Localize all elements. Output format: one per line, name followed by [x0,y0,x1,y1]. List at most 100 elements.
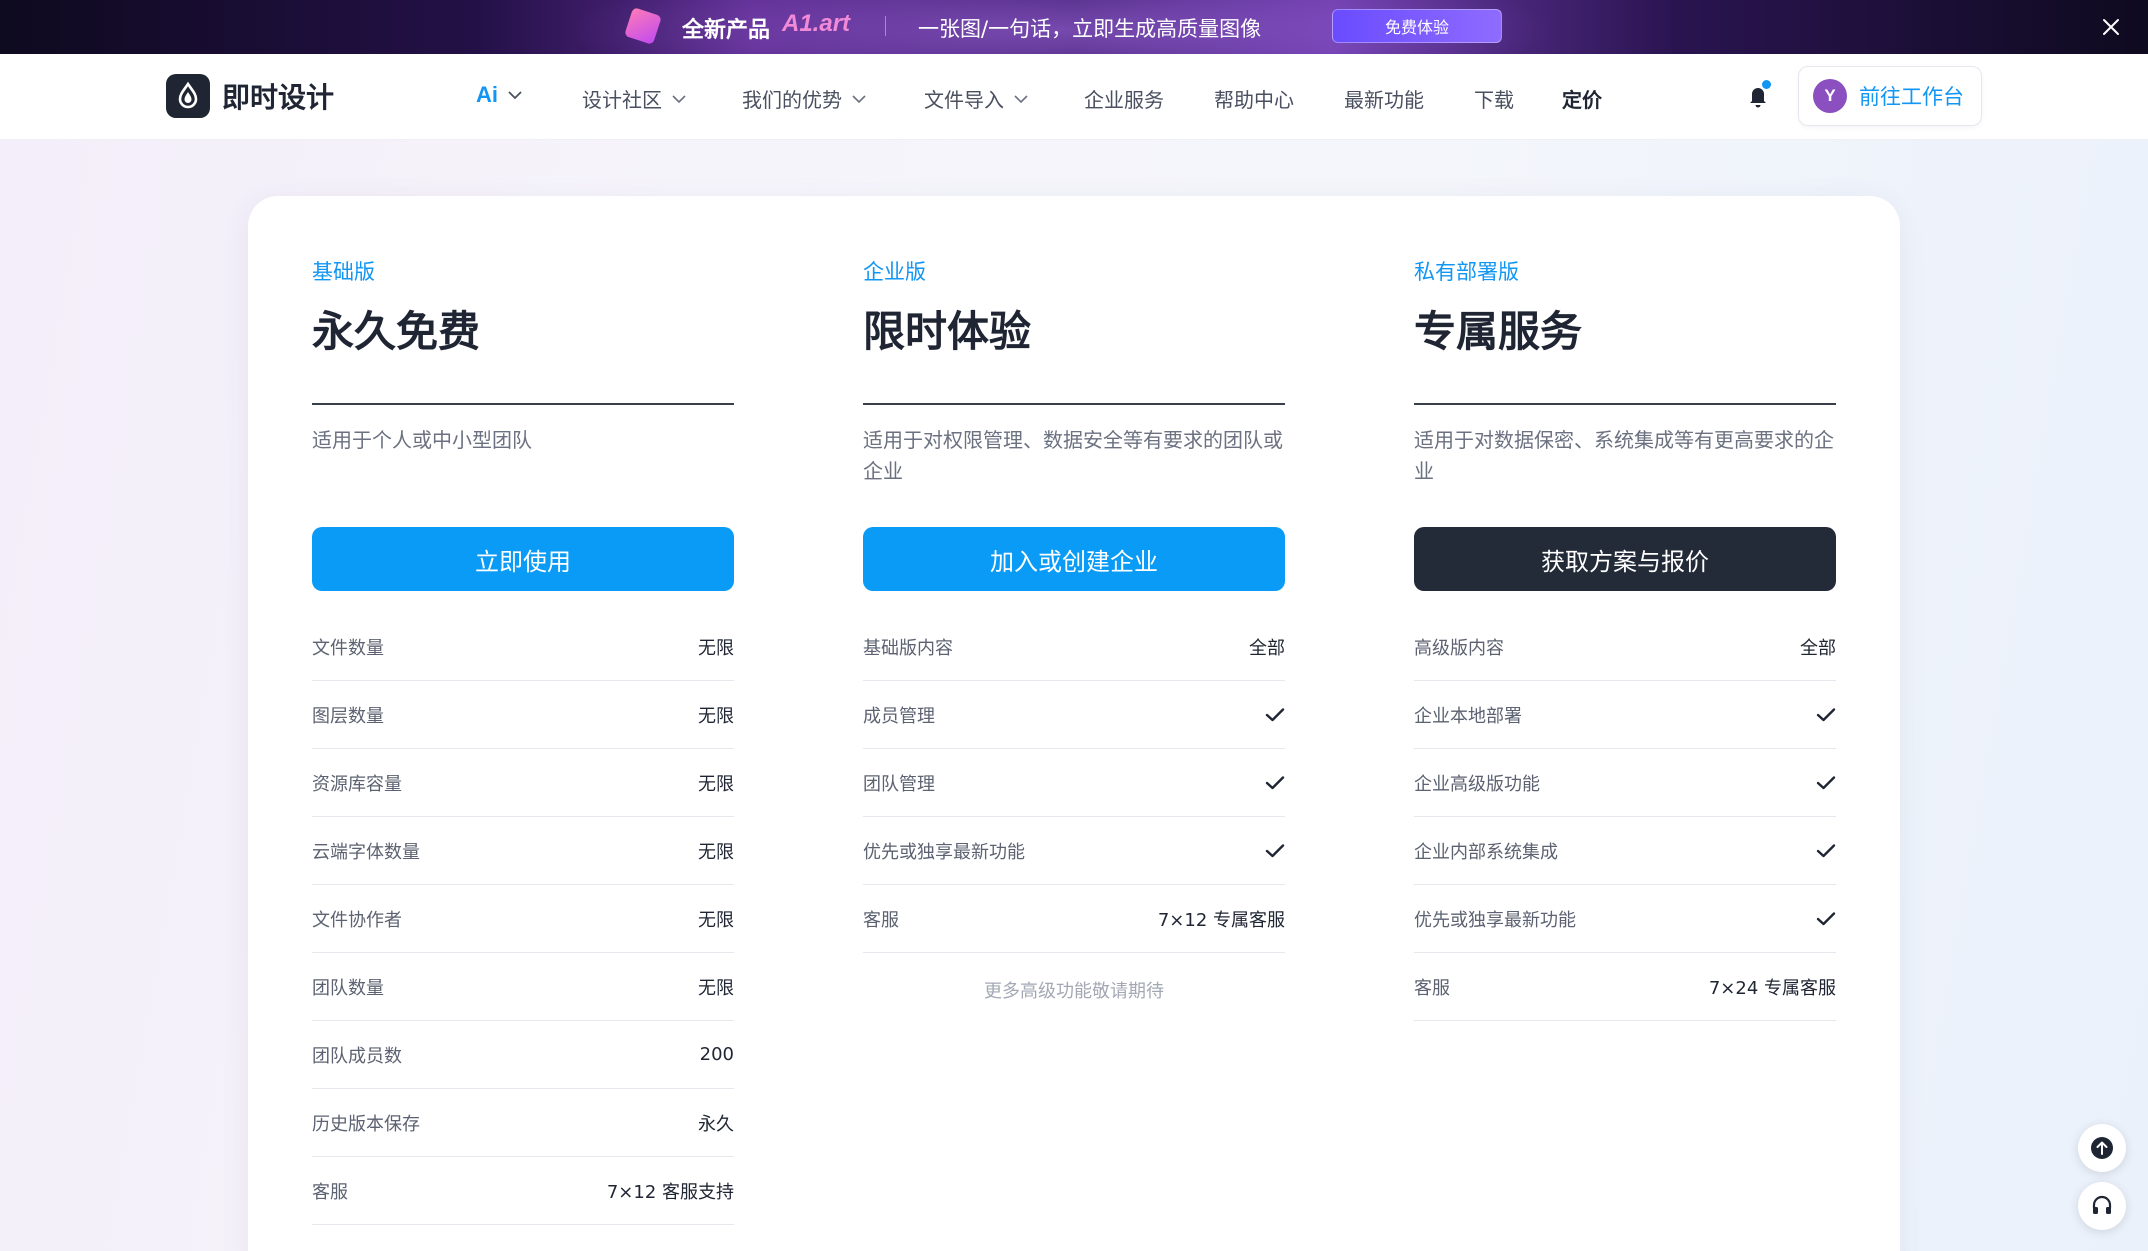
feature-value: 7×24 专属客服 [1708,977,1836,999]
feature-row: 图层数量 无限 [312,681,734,749]
pricing-card: 基础版 永久免费 适用于个人或中小型团队 立即使用 文件数量 无限 图层数量 无限 … [248,196,1900,1251]
avatar: Y [1813,79,1847,113]
feature-label: 企业内部系统集成 [1414,841,1558,863]
plan-title: 专属服务 [1414,307,1583,356]
feature-row: 优先或独享最新功能 [1414,885,1836,953]
feature-label: 高级版内容 [1414,637,1504,659]
promo-slogan: 一张图/一句话，立即生成高质量图像 [918,17,1262,41]
plan-tag: 基础版 [312,260,375,284]
feature-row: 企业本地部署 [1414,681,1836,749]
chevron-down-icon [508,91,522,100]
plan-private-deployment: 私有部署版 专属服务 适用于对数据保密、系统集成等有更高要求的企业 获取方案与报… [1414,256,1836,1021]
chevron-down-icon [852,94,866,103]
feature-label: 客服 [1414,977,1450,999]
plan-divider [863,403,1285,405]
feature-label: 云端字体数量 [312,841,420,863]
plan-title: 永久免费 [312,307,481,356]
feature-label: 客服 [312,1181,348,1203]
nav-item-download[interactable]: 下载 [1474,84,1514,113]
feature-value: 7×12 专属客服 [1157,909,1285,931]
feature-row: 团队成员数 200 [312,1021,734,1089]
feature-row: 团队管理 [863,749,1285,817]
feature-list: 文件数量 无限 图层数量 无限 资源库容量 无限 云端字体数量 无限 文件协作者 无限 团… [312,613,734,1225]
feature-row: 客服 7×24 专属客服 [1414,953,1836,1021]
nav-item-label: 最新功能 [1344,88,1424,112]
feature-row: 高级版内容 全部 [1414,613,1836,681]
feature-value: 全部 [1800,637,1836,659]
nav-item-label: 帮助中心 [1214,88,1294,112]
plan-divider [1414,403,1836,405]
plan-tag: 私有部署版 [1414,260,1519,284]
nav-item-label: 我们的优势 [742,88,842,112]
nav-item-community[interactable]: 设计社区 [582,84,686,113]
check-icon [1816,843,1836,857]
feature-row: 历史版本保存 永久 [312,1089,734,1157]
nav-item-label: 下载 [1474,88,1514,112]
check-icon [1265,843,1285,857]
plan-description: 适用于对数据保密、系统集成等有更高要求的企业 [1414,428,1834,483]
nav-item-help[interactable]: 帮助中心 [1214,84,1294,113]
plan-divider [312,403,734,405]
nav-item-label: 定价 [1562,88,1602,112]
promo-free-trial-button[interactable]: 免费体验 [1332,9,1502,43]
feature-label: 资源库容量 [312,773,402,795]
nav-item-ai[interactable]: Ai [476,82,522,108]
close-icon[interactable] [2096,12,2126,42]
nav-item-enterprise[interactable]: 企业服务 [1084,84,1164,113]
get-quote-button[interactable]: 获取方案与报价 [1414,527,1836,591]
nav-item-advantages[interactable]: 我们的优势 [742,84,866,113]
check-icon [1816,911,1836,925]
nav-item-label: 文件导入 [924,88,1004,112]
feature-row: 团队数量 无限 [312,953,734,1021]
feature-label: 文件数量 [312,637,384,659]
feature-value: 永久 [698,1113,734,1135]
logo-icon [166,74,210,118]
plan-description: 适用于个人或中小型团队 [312,428,532,452]
nav-item-file-import[interactable]: 文件导入 [924,84,1028,113]
scroll-to-top-button[interactable] [2078,1124,2126,1172]
notification-dot [1762,80,1771,89]
promo-title: 全新产品 [682,18,771,43]
feature-value: 无限 [698,909,734,931]
customer-service-button[interactable] [2078,1182,2126,1230]
check-icon [1265,707,1285,721]
feature-value: 7×12 客服支持 [606,1181,734,1203]
feature-value: 无限 [698,637,734,659]
feature-value: 无限 [698,977,734,999]
join-or-create-enterprise-button[interactable]: 加入或创建企业 [863,527,1285,591]
nav-item-label: 企业服务 [1084,88,1164,112]
feature-label: 文件协作者 [312,909,402,931]
plan-enterprise: 企业版 限时体验 适用于对权限管理、数据安全等有要求的团队或企业 加入或创建企业… [863,256,1285,1003]
plan-description: 适用于对权限管理、数据安全等有要求的团队或企业 [863,428,1283,483]
feature-label: 成员管理 [863,705,935,727]
check-icon [1265,775,1285,789]
go-to-workspace-button[interactable]: Y 前往工作台 [1798,66,1982,126]
feature-list: 高级版内容 全部 企业本地部署 企业高级版功能 企业内部系统集成 优先或独享最新功… [1414,613,1836,1021]
feature-label: 图层数量 [312,705,384,727]
feature-label: 团队成员数 [312,1045,402,1067]
chevron-down-icon [672,94,686,103]
brand-name: 即时设计 [222,81,335,114]
feature-value: 无限 [698,773,734,795]
nav-item-whats-new[interactable]: 最新功能 [1344,84,1424,113]
feature-label: 优先或独享最新功能 [1414,909,1576,931]
promo-brand: A1.art [782,10,851,37]
brand-logo[interactable]: 即时设计 [166,74,334,118]
use-now-button[interactable]: 立即使用 [312,527,734,591]
feature-row: 客服 7×12 专属客服 [863,885,1285,953]
feature-value: 无限 [698,841,734,863]
feature-row: 文件数量 无限 [312,613,734,681]
arrow-up-icon [2091,1137,2113,1159]
feature-row: 优先或独享最新功能 [863,817,1285,885]
feature-label: 优先或独享最新功能 [863,841,1025,863]
site-header: 即时设计 Ai 设计社区 我们的优势 文件导入 企业服务 帮助中心 最新功能 下… [0,54,2148,140]
promo-banner: 全新产品 A1.art 一张图/一句话，立即生成高质量图像 免费体验 [0,0,2148,54]
more-features-note: 更多高级功能敬请期待 [984,981,1164,1002]
feature-row: 资源库容量 无限 [312,749,734,817]
check-icon [1816,775,1836,789]
feature-label: 团队管理 [863,773,935,795]
nav-item-label: Ai [476,82,498,107]
chevron-down-icon [1014,94,1028,103]
feature-label: 企业高级版功能 [1414,773,1540,795]
nav-item-pricing[interactable]: 定价 [1562,84,1602,113]
